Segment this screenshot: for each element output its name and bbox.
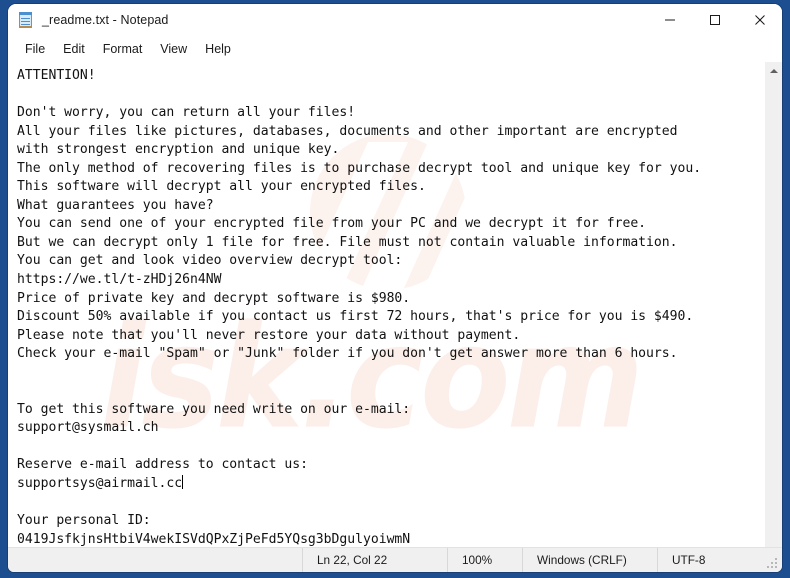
status-cursor-position[interactable]: Ln 22, Col 22 (302, 548, 447, 572)
editor-area: isk.com ATTENTION! Don't worry, you can … (8, 61, 782, 547)
resize-grip-icon[interactable] (767, 558, 779, 570)
status-encoding[interactable]: UTF-8 (657, 548, 705, 572)
menu-item-file[interactable]: File (16, 40, 54, 58)
status-line-ending[interactable]: Windows (CRLF) (522, 548, 657, 572)
desktop-background: _readme.txt - Notepad File Edit Format V… (0, 0, 790, 578)
scroll-up-arrow-icon[interactable] (765, 62, 782, 79)
minimize-button[interactable] (647, 4, 692, 36)
text-editor[interactable]: isk.com ATTENTION! Don't worry, you can … (8, 62, 764, 547)
menu-item-format[interactable]: Format (94, 40, 152, 58)
window-controls (647, 4, 782, 36)
note-body-after-caret: Your personal ID: 0419JsfkjnsHtbiV4wekIS… (17, 513, 411, 547)
close-button[interactable] (737, 4, 782, 36)
note-text-content[interactable]: ATTENTION! Don't worry, you can return a… (8, 62, 764, 547)
note-body-before-caret: ATTENTION! Don't worry, you can return a… (17, 68, 702, 492)
window-title: _readme.txt - Notepad (42, 13, 169, 27)
status-zoom-level[interactable]: 100% (447, 548, 522, 572)
maximize-button[interactable] (692, 4, 737, 36)
text-caret (182, 475, 184, 490)
scroll-down-arrow-icon (765, 530, 782, 547)
vertical-scrollbar[interactable] (764, 62, 782, 547)
status-bar: Ln 22, Col 22 100% Windows (CRLF) UTF-8 (8, 547, 782, 572)
menu-bar: File Edit Format View Help (8, 36, 782, 61)
title-bar[interactable]: _readme.txt - Notepad (8, 4, 782, 36)
notepad-window: _readme.txt - Notepad File Edit Format V… (8, 4, 782, 572)
notepad-icon (18, 11, 34, 29)
title-bar-left: _readme.txt - Notepad (8, 11, 168, 29)
menu-item-view[interactable]: View (151, 40, 196, 58)
status-bar-spacer (8, 548, 302, 572)
menu-item-help[interactable]: Help (196, 40, 240, 58)
menu-item-edit[interactable]: Edit (54, 40, 94, 58)
